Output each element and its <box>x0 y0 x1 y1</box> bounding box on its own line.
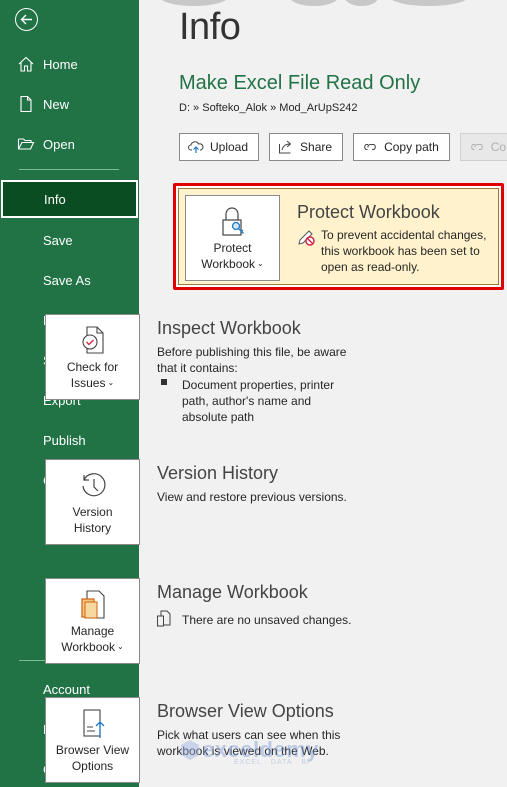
manage-workbook-title: Manage Workbook <box>157 582 308 602</box>
version-history-title: Version History <box>157 463 279 483</box>
check-for-issues-label: Check for Issues ⌄ <box>46 359 139 391</box>
inspect-bullet-item: Document properties, printer path, autho… <box>182 378 335 424</box>
share-label: Share <box>300 140 333 154</box>
chevron-down-icon: ⌄ <box>257 259 264 268</box>
nav-item-label: Save <box>43 232 73 248</box>
nav-item-open[interactable]: Open <box>0 124 139 164</box>
read-only-pencil-icon <box>298 230 315 246</box>
file-path-breadcrumb: D: » Softeko_Alok » Mod_ArUpS242 <box>179 102 358 114</box>
sidebar-divider <box>19 169 119 170</box>
upload-label: Upload <box>210 140 249 154</box>
button-label-line: Workbook <box>201 257 256 271</box>
header-decoration <box>289 0 339 6</box>
button-label-line: Check for <box>66 360 119 374</box>
manage-workbook-icon <box>81 590 105 619</box>
bullet-icon <box>161 379 167 385</box>
nav-item-label: Publish <box>43 432 86 448</box>
nav-item-label: Account <box>43 681 90 697</box>
button-label-line: Protect <box>213 241 252 255</box>
check-for-issues-button[interactable]: Check for Issues ⌄ <box>45 314 140 400</box>
nav-item-info[interactable]: Info <box>1 180 138 218</box>
documents-icon <box>157 610 171 627</box>
file-title: Make Excel File Read Only <box>179 72 421 94</box>
button-label-line: Workbook <box>61 640 116 654</box>
button-label-line: Issues <box>70 376 106 390</box>
version-history-button[interactable]: Version History <box>45 459 140 545</box>
file-actions-toolbar: Upload Share Copy path Co <box>179 133 507 161</box>
nav-item-save[interactable]: Save <box>0 220 139 260</box>
nav-item-label: Save As <box>43 272 91 288</box>
manage-workbook-description: There are no unsaved changes. <box>182 613 352 627</box>
back-arrow-icon <box>20 14 32 25</box>
button-label-line: Options <box>71 759 114 773</box>
copy-path-button[interactable]: Copy path <box>353 133 450 161</box>
nav-item-label: Home <box>43 56 78 72</box>
manage-workbook-label: Manage Workbook ⌄ <box>46 623 139 655</box>
link-icon <box>470 143 483 150</box>
home-icon <box>18 56 34 72</box>
copy-link-button[interactable]: Co <box>459 133 507 161</box>
version-history-description: View and restore previous versions. <box>157 490 347 504</box>
page-title: Info <box>179 6 241 48</box>
back-button[interactable] <box>15 8 38 31</box>
upload-button[interactable]: Upload <box>179 133 260 161</box>
link-icon <box>364 143 376 150</box>
browser-view-icon <box>83 709 105 738</box>
button-label-line: History <box>73 521 112 535</box>
nav-item-save-as[interactable]: Save As <box>0 260 139 300</box>
new-document-icon <box>20 95 32 113</box>
history-clock-icon <box>82 473 106 497</box>
button-label-line: Manage <box>70 624 115 638</box>
nav-top-group: Home New Open <box>0 44 139 164</box>
nav-item-publish[interactable]: Publish <box>0 420 139 460</box>
copy-path-label: Copy path <box>384 140 439 154</box>
browser-view-options-label: Browser View Options <box>46 742 139 774</box>
button-label-line: Browser View <box>55 743 130 757</box>
nav-item-label: Open <box>43 136 75 152</box>
check-document-icon <box>82 326 104 354</box>
lock-key-icon <box>222 207 244 236</box>
protect-workbook-button[interactable]: Protect Workbook ⌄ <box>185 195 280 281</box>
share-button[interactable]: Share <box>269 133 344 161</box>
version-history-label: Version History <box>46 504 139 536</box>
manage-workbook-button[interactable]: Manage Workbook ⌄ <box>45 578 140 664</box>
protect-workbook-description: To prevent accidental changes, this work… <box>321 228 487 274</box>
protect-workbook-section: Protect Workbook ⌄ Protect Workbook To pr… <box>178 188 499 285</box>
nav-item-new[interactable]: New <box>0 84 139 124</box>
nav-item-label: New <box>43 96 70 112</box>
share-icon <box>279 140 292 154</box>
browser-view-description: Pick what users can see when this workbo… <box>157 728 341 758</box>
chevron-down-icon: ⌄ <box>117 642 124 651</box>
header-decoration <box>389 0 469 6</box>
protect-workbook-highlight: Protect Workbook ⌄ Protect Workbook To pr… <box>173 183 504 290</box>
browser-view-options-button[interactable]: Browser View Options <box>45 697 140 783</box>
header-decoration <box>344 0 379 6</box>
nav-item-home[interactable]: Home <box>0 44 139 84</box>
inspect-workbook-description: Before publishing this file, be aware th… <box>157 345 347 375</box>
browser-view-title: Browser View Options <box>157 701 334 721</box>
copy-link-label: Co <box>490 140 507 154</box>
protect-workbook-title: Protect Workbook <box>297 202 440 222</box>
inspect-workbook-title: Inspect Workbook <box>157 318 301 338</box>
cloud-upload-icon <box>188 141 204 153</box>
folder-open-icon <box>17 138 35 150</box>
nav-item-label: Info <box>44 191 66 207</box>
button-label-line: Version <box>72 505 113 519</box>
protect-workbook-button-label: Protect Workbook ⌄ <box>186 240 279 272</box>
chevron-down-icon: ⌄ <box>107 378 115 387</box>
